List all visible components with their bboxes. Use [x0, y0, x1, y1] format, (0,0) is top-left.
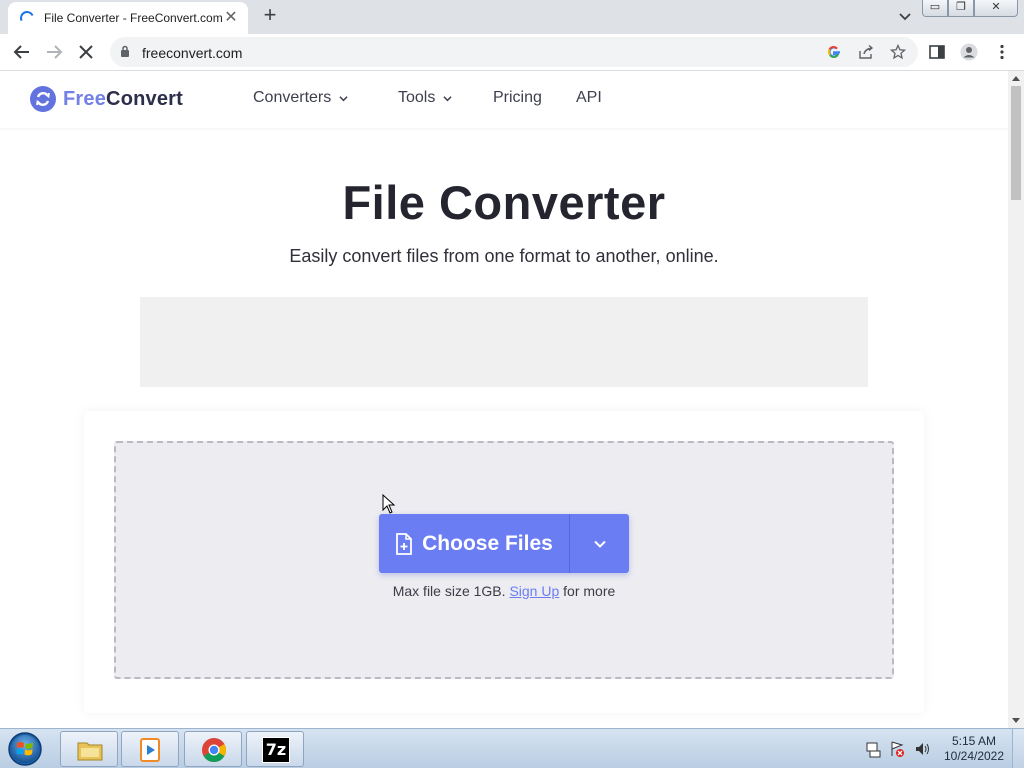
- share-icon[interactable]: [858, 44, 874, 60]
- chevron-down-icon: [593, 540, 606, 548]
- web-page: FreeConvert Converters Tools Pricing API…: [0, 71, 1008, 728]
- media-player-icon: [140, 738, 160, 762]
- browser-tab[interactable]: File Converter - FreeConvert.com ✕: [8, 2, 248, 34]
- loading-spinner-icon: [18, 9, 36, 27]
- 7zip-icon: 7z: [262, 737, 290, 763]
- close-window-button[interactable]: ✕: [974, 0, 1018, 17]
- chevron-down-icon: [443, 95, 452, 101]
- upload-source-dropdown[interactable]: [570, 514, 629, 573]
- page-subtitle: Easily convert files from one format to …: [289, 246, 719, 266]
- ad-placeholder: [140, 297, 868, 387]
- choose-files-button-group: Choose Files: [379, 514, 629, 573]
- forward-arrow-icon[interactable]: [42, 40, 66, 64]
- site-logo[interactable]: FreeConvert: [30, 86, 183, 112]
- taskbar-7zip[interactable]: 7z: [246, 731, 304, 767]
- taskbar-chrome[interactable]: [184, 731, 242, 767]
- url-text[interactable]: freeconvert.com: [142, 45, 242, 61]
- back-arrow-icon[interactable]: [10, 40, 34, 64]
- windows-taskbar: 7z 5:15 AM 10/24/2022: [0, 728, 1024, 768]
- taskbar-clock[interactable]: 5:15 AM 10/24/2022: [938, 734, 1010, 764]
- scroll-down-arrow-icon[interactable]: [1012, 718, 1020, 723]
- logo-text: FreeConvert: [63, 87, 184, 110]
- choose-files-button[interactable]: Choose Files: [379, 514, 569, 573]
- scrollbar-thumb[interactable]: [1011, 86, 1021, 200]
- tab-search-chevron-icon[interactable]: [895, 8, 915, 26]
- windows-start-button[interactable]: [4, 731, 46, 767]
- bookmark-star-icon[interactable]: [890, 44, 906, 60]
- profile-avatar-icon[interactable]: [960, 43, 978, 61]
- page-scrollbar[interactable]: [1008, 71, 1024, 728]
- taskbar-media-player[interactable]: [121, 731, 179, 767]
- browser-toolbar: freeconvert.com: [0, 34, 1024, 71]
- nav-pricing[interactable]: Pricing: [493, 89, 542, 107]
- tab-title: File Converter - FreeConvert.com: [44, 11, 222, 25]
- chevron-down-icon: [339, 95, 348, 101]
- side-panel-icon[interactable]: [928, 43, 946, 61]
- nav-tools[interactable]: Tools: [398, 89, 452, 107]
- lock-icon[interactable]: [120, 45, 130, 58]
- logo-mark-icon: [30, 86, 56, 112]
- clock-time: 5:15 AM: [951, 734, 997, 748]
- window-controls: ▭ ❐ ✕: [922, 0, 1018, 17]
- page-title: File Converter: [342, 176, 666, 229]
- tab-close-icon[interactable]: ✕: [222, 10, 240, 26]
- nav-api[interactable]: API: [576, 89, 602, 107]
- minimize-button[interactable]: ▭: [922, 0, 948, 17]
- nav-converters[interactable]: Converters: [253, 89, 348, 107]
- more-menu-icon[interactable]: [993, 43, 1011, 61]
- restore-button[interactable]: ❐: [948, 0, 974, 17]
- mouse-cursor-icon: [382, 494, 396, 514]
- site-header: FreeConvert Converters Tools Pricing API: [0, 71, 1008, 128]
- sign-up-link[interactable]: Sign Up: [509, 583, 559, 599]
- add-file-icon: [396, 532, 413, 555]
- system-tray-icons[interactable]: [864, 739, 934, 759]
- chrome-icon: [202, 738, 227, 763]
- file-size-note: Max file size 1GB. Sign Up for more: [392, 583, 616, 599]
- folder-icon: [77, 742, 103, 761]
- browser-tab-bar: File Converter - FreeConvert.com ✕ + ▭ ❐…: [0, 0, 1024, 34]
- address-bar[interactable]: freeconvert.com: [110, 37, 918, 67]
- new-tab-button[interactable]: +: [258, 4, 282, 28]
- taskbar-explorer[interactable]: [60, 731, 118, 767]
- scroll-up-arrow-icon[interactable]: [1012, 76, 1020, 81]
- show-desktop-button[interactable]: [1012, 729, 1024, 768]
- google-icon[interactable]: [826, 44, 842, 60]
- clock-date: 10/24/2022: [943, 749, 1005, 763]
- stop-loading-icon[interactable]: [74, 40, 98, 64]
